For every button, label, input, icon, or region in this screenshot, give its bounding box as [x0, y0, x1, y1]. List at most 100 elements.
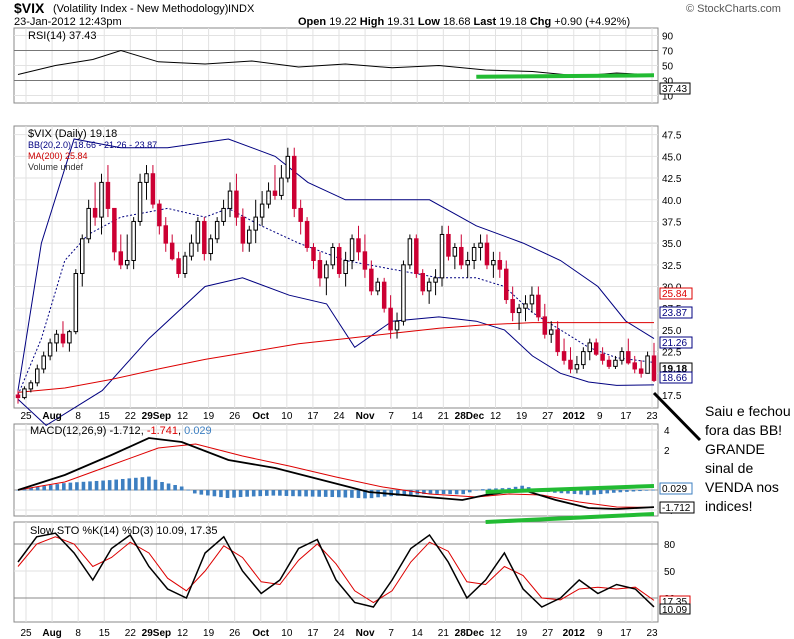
candle-body: [478, 242, 483, 248]
macd-hist-bar: [75, 482, 79, 491]
macd-hist-bar: [225, 490, 230, 498]
macd-hist-bar: [428, 490, 433, 494]
candle-body: [529, 294, 535, 305]
sto-x-label: 9: [597, 628, 603, 639]
candle-body: [279, 177, 284, 196]
candle-body: [626, 351, 631, 364]
candle-body: [632, 362, 637, 370]
macd-hist-bar: [88, 481, 92, 491]
vix-chart: 907050301037.4347.545.042.540.037.535.03…: [13, 27, 702, 639]
candle-body: [28, 382, 34, 390]
candle-body: [606, 359, 612, 367]
macd-hist-bar: [160, 482, 164, 491]
price-right-label: 18.66: [662, 373, 687, 384]
candle-body: [92, 207, 98, 218]
price-x-label: 9: [597, 411, 603, 422]
macd-hist-bar: [238, 490, 243, 498]
macd-hist-bar: [644, 490, 649, 491]
candle-body: [510, 299, 515, 314]
candle-body: [561, 351, 567, 361]
candle-body: [105, 181, 111, 209]
price-x-label: 25: [20, 411, 32, 422]
price-x-label: 19: [516, 411, 528, 422]
sto-x-label: 15: [99, 628, 111, 639]
price-tick-label: 25.0: [662, 326, 682, 337]
sto-x-label: 2012: [563, 628, 586, 639]
ma-legend: MA(200) 25.84: [28, 151, 88, 161]
price-x-label: Aug: [42, 411, 61, 422]
price-right-label: 21.26: [662, 338, 687, 349]
candle-body: [484, 242, 490, 266]
sto-x-label: 23: [646, 628, 658, 639]
candle-body: [189, 242, 194, 257]
candle-body: [420, 273, 425, 292]
price-x-label: 15: [99, 411, 111, 422]
candle-body: [176, 258, 181, 275]
candle-body: [163, 225, 169, 244]
price-right-label: 25.84: [662, 289, 687, 300]
macd-tick-label: 4: [664, 426, 670, 437]
candle-body: [369, 268, 374, 292]
macd-hist-bar: [454, 490, 459, 495]
candle-body: [291, 155, 297, 209]
candle-body: [202, 220, 207, 255]
sto-x-label: 12: [177, 628, 189, 639]
macd-hist-bar: [179, 486, 184, 491]
macd-hist-bar: [35, 487, 40, 491]
price-panel: [13, 125, 659, 409]
candle-body: [112, 207, 117, 253]
macd-hist-bar: [598, 490, 603, 495]
macd-hist-bar: [291, 490, 295, 497]
rsi-legend: RSI(14) 37.43: [28, 30, 97, 42]
sto-x-label: Aug: [42, 628, 61, 639]
macd-hist-bar: [166, 483, 171, 491]
candle-body: [433, 277, 438, 283]
macd-hist-bar: [481, 489, 485, 491]
macd-hist-bar: [435, 490, 439, 494]
macd-hist-bar: [310, 490, 315, 497]
candle-body: [516, 307, 522, 314]
sto-x-label: 19: [203, 628, 215, 639]
candle-body: [613, 359, 618, 367]
macd-hist-bar: [337, 490, 341, 498]
macd-hist-bar: [107, 480, 112, 491]
candle-body: [651, 355, 657, 381]
candle-body: [41, 355, 46, 370]
sto-x-label: 26: [229, 628, 241, 639]
rsi-last-label: 37.43: [662, 84, 687, 95]
sto-x-label: Oct: [252, 628, 269, 639]
price-x-label: 12: [177, 411, 189, 422]
macd-hist-bar: [638, 490, 642, 492]
price-x-label: 17: [620, 411, 632, 422]
macd-hist-bar: [605, 490, 610, 494]
price-x-label: 26: [229, 411, 241, 422]
macd-hist-bar: [323, 490, 328, 497]
candle-body: [343, 259, 348, 275]
macd-hist-bar: [343, 490, 348, 498]
macd-hist-bar: [206, 490, 210, 496]
candle-body: [195, 220, 201, 244]
candle-body: [497, 259, 503, 270]
candle-body: [465, 259, 470, 266]
candle-body: [234, 190, 239, 218]
sto-x-label: 10: [281, 628, 293, 639]
candle-body: [471, 246, 477, 261]
sto-x-label: 17: [620, 628, 632, 639]
candle-body: [124, 259, 130, 266]
price-tick-label: 47.5: [662, 131, 682, 142]
price-x-label: 14: [412, 411, 424, 422]
sto-x-label: 24: [333, 628, 345, 639]
price-x-label: 27: [542, 411, 554, 422]
candle-body: [304, 220, 310, 248]
macd-hist-bar: [278, 490, 282, 496]
candle-body: [253, 216, 258, 231]
macd-legend-macd: -1.712: [109, 425, 141, 437]
macd-hist-bar: [356, 490, 361, 499]
candle-body: [227, 190, 233, 209]
sto-tick-label: 50: [664, 567, 676, 578]
candle-body: [388, 307, 393, 331]
candle-body: [272, 190, 278, 196]
rsi-highlight: [476, 73, 655, 79]
macd-hist-bar: [631, 490, 636, 492]
candle-body: [638, 368, 644, 374]
